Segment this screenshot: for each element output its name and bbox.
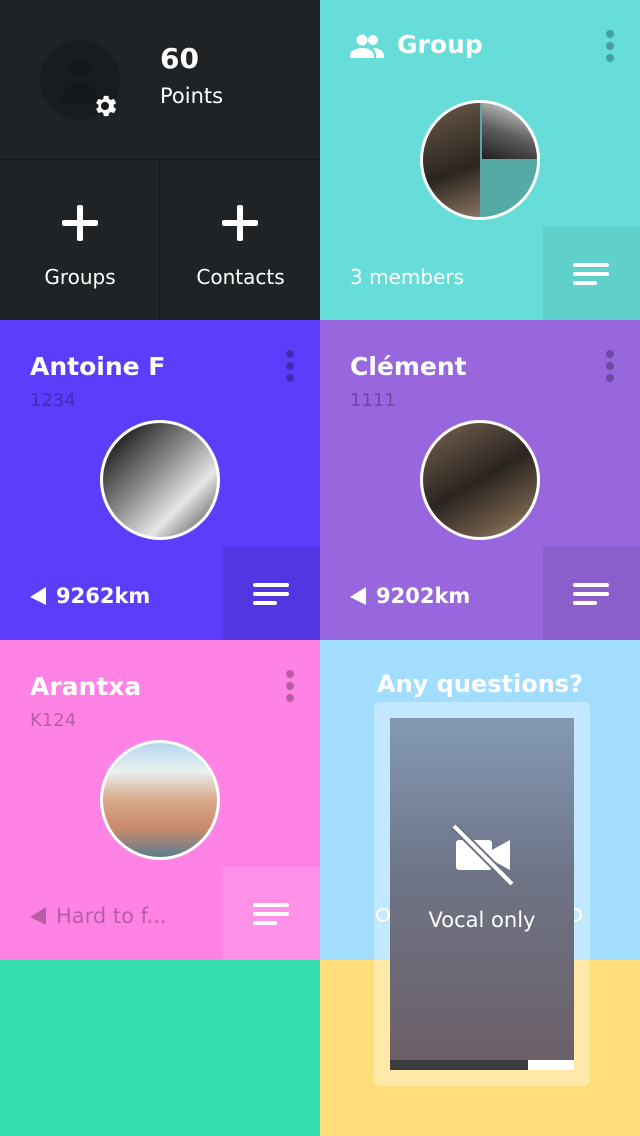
contact-distance-value: 9202km: [376, 584, 471, 608]
group-avatar-collage[interactable]: [420, 100, 540, 220]
avatar-placeholder-head: [70, 58, 90, 78]
contact-name: Antoine F: [30, 352, 166, 381]
contact-list-button[interactable]: [223, 547, 320, 640]
plus-icon: [62, 205, 98, 241]
contact-distance: Hard to f...: [30, 904, 167, 928]
profile-tile[interactable]: 60 Points: [0, 0, 320, 160]
list-lines-icon: [572, 262, 611, 285]
more-vertical-icon[interactable]: [606, 30, 614, 62]
plus-icon: [222, 205, 258, 241]
group-tile[interactable]: Group 3 members: [320, 0, 640, 320]
more-vertical-icon[interactable]: [606, 350, 614, 382]
add-contacts-button[interactable]: Contacts: [161, 161, 320, 320]
group-people-icon: [350, 34, 384, 58]
questions-title: Any questions?: [377, 670, 583, 698]
contact-list-button[interactable]: [223, 867, 320, 960]
contact-name: Arantxa: [30, 672, 142, 701]
list-lines-icon: [572, 582, 611, 605]
vocal-only-label: Vocal only: [428, 908, 536, 932]
call-progress-fill: [528, 1060, 574, 1070]
contact-code: 1234: [30, 390, 76, 411]
group-members-count: 3 members: [350, 265, 464, 289]
contact-card-antoine[interactable]: Antoine F 1234 9262km: [0, 320, 320, 640]
contact-card-clement[interactable]: Clément 1111 9202km: [320, 320, 640, 640]
contact-distance: 9262km: [30, 584, 150, 608]
contact-avatar[interactable]: [420, 420, 540, 540]
points-label: Points: [160, 84, 224, 108]
location-arrow-icon: [350, 587, 366, 605]
video-off-icon: [450, 822, 516, 888]
contact-distance-value: Hard to f...: [56, 904, 167, 928]
member-photo-2: [482, 103, 537, 159]
contact-avatar[interactable]: [100, 420, 220, 540]
settings-gear-icon[interactable]: [91, 92, 119, 120]
member-photo-3: [482, 161, 537, 217]
list-lines-icon: [252, 902, 291, 925]
call-progress-track: [390, 1060, 574, 1070]
points-value: 60: [160, 42, 199, 75]
more-vertical-icon[interactable]: [286, 350, 294, 382]
empty-tile-mint[interactable]: [0, 960, 320, 1136]
more-vertical-icon[interactable]: [286, 670, 294, 702]
location-arrow-icon: [30, 587, 46, 605]
contact-code: 1111: [350, 390, 396, 411]
video-call-screen: Vocal only: [390, 718, 574, 1070]
contact-list-button[interactable]: [543, 547, 640, 640]
contact-distance: 9202km: [350, 584, 470, 608]
group-title: Group: [397, 30, 483, 59]
contact-avatar[interactable]: [100, 740, 220, 860]
contact-card-arantxa[interactable]: Arantxa K124 Hard to f...: [0, 640, 320, 960]
add-groups-button[interactable]: Groups: [0, 161, 160, 320]
contact-distance-value: 9262km: [56, 584, 151, 608]
contact-code: K124: [30, 710, 77, 731]
add-groups-label: Groups: [44, 265, 116, 289]
video-call-popup[interactable]: Vocal only: [374, 702, 590, 1086]
member-photo-1: [423, 103, 480, 217]
location-arrow-icon: [30, 907, 46, 925]
contact-name: Clément: [350, 352, 467, 381]
group-list-button[interactable]: [543, 227, 640, 320]
list-lines-icon: [252, 582, 291, 605]
add-contacts-label: Contacts: [196, 265, 285, 289]
